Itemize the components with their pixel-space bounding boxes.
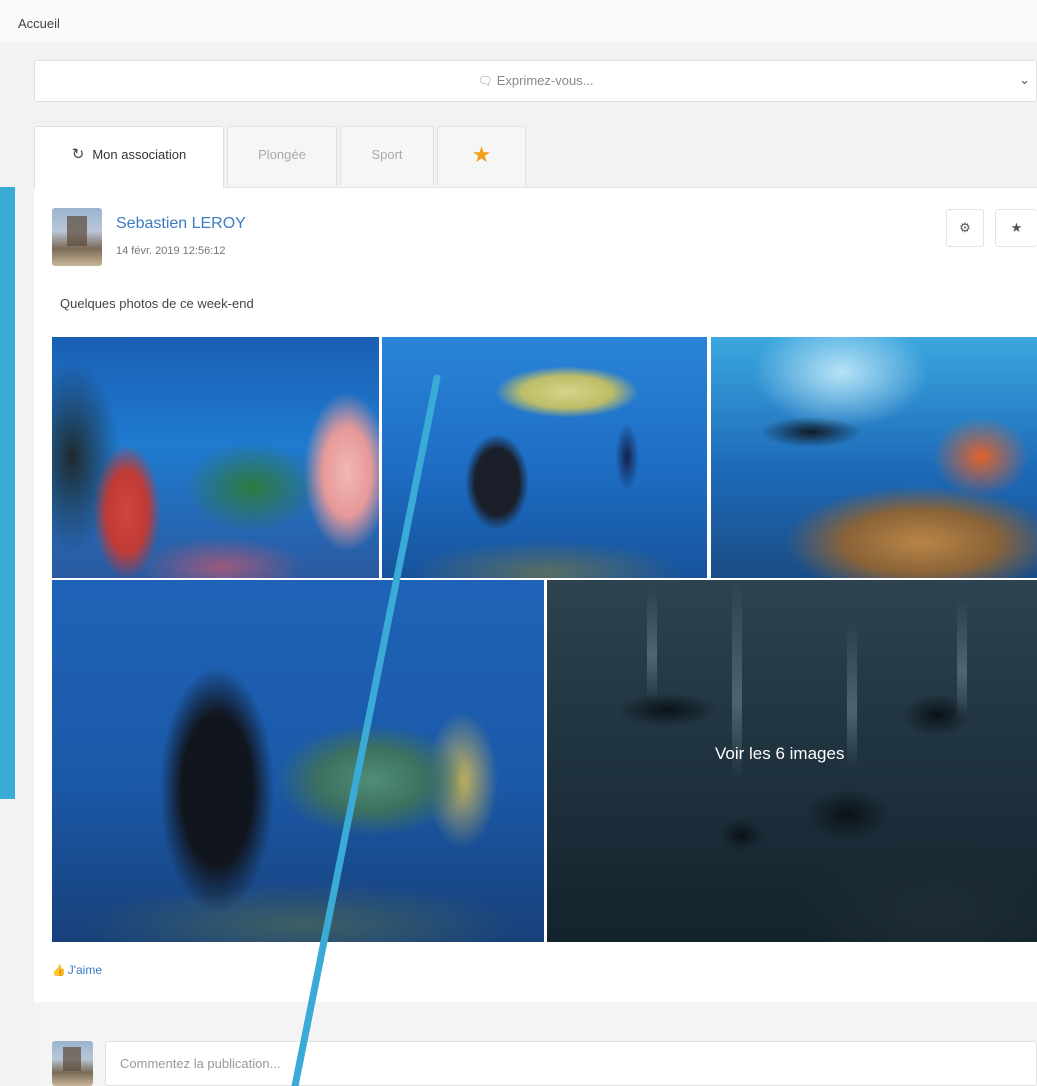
coral-reef-photo[interactable] bbox=[52, 337, 379, 578]
tab-sport[interactable]: Sport bbox=[340, 126, 434, 186]
tab-mon-association[interactable]: ↻ Mon association bbox=[34, 126, 224, 188]
post-settings-button[interactable]: ⚙ bbox=[946, 209, 984, 247]
composer-prompt[interactable]: 🗨 Exprimez-vous... bbox=[35, 73, 1036, 88]
breadcrumb-bar: Accueil bbox=[0, 0, 1037, 42]
star-icon: ★ bbox=[471, 142, 492, 167]
post-text: Quelques photos de ce week-end bbox=[60, 296, 254, 311]
post-favorite-button[interactable]: ★ bbox=[995, 209, 1037, 247]
like-button[interactable]: 👍 J'aime bbox=[52, 963, 102, 977]
more-images-label[interactable]: Voir les 6 images bbox=[715, 744, 844, 764]
chevron-down-icon[interactable]: ⌄ bbox=[1019, 72, 1030, 88]
post-composer[interactable]: 🗨 Exprimez-vous... ⌄ bbox=[34, 60, 1037, 102]
avatar-image bbox=[63, 1047, 81, 1071]
tab-favorites[interactable]: ★ bbox=[437, 126, 526, 186]
gear-icon: ⚙ bbox=[959, 220, 971, 235]
avatar-image bbox=[67, 216, 87, 246]
tab-plongee[interactable]: Plongée bbox=[227, 126, 337, 186]
page: Accueil 🗨 Exprimez-vous... ⌄ ↻ Mon associa… bbox=[0, 0, 1037, 1086]
diver-turtle-photo[interactable] bbox=[52, 580, 544, 942]
star-icon: ★ bbox=[1010, 220, 1023, 235]
tab-label: Sport bbox=[371, 147, 403, 162]
composer-placeholder: Exprimez-vous... bbox=[496, 73, 594, 88]
comment-input[interactable] bbox=[105, 1041, 1037, 1086]
refresh-icon: ↻ bbox=[71, 146, 85, 163]
breadcrumb[interactable]: Accueil bbox=[18, 16, 60, 31]
turtle-diver-photo[interactable] bbox=[382, 337, 707, 578]
post-author[interactable]: Sebastien LEROY bbox=[116, 215, 246, 233]
commenter-avatar bbox=[52, 1041, 93, 1086]
tab-label: Plongée bbox=[258, 147, 306, 162]
chat-bubble-icon: 🗨 bbox=[477, 74, 493, 88]
diver-reef-photo[interactable] bbox=[711, 337, 1037, 578]
annotation-accent-bar bbox=[0, 187, 15, 799]
author-avatar[interactable] bbox=[52, 208, 102, 266]
thumbs-up-icon: 👍 bbox=[52, 965, 66, 977]
like-label: J'aime bbox=[67, 963, 103, 977]
divers-group-photo[interactable]: Voir les 6 images bbox=[547, 580, 1037, 942]
tab-label: Mon association bbox=[92, 147, 187, 162]
post-date: 14 févr. 2019 12:56:12 bbox=[116, 245, 226, 257]
